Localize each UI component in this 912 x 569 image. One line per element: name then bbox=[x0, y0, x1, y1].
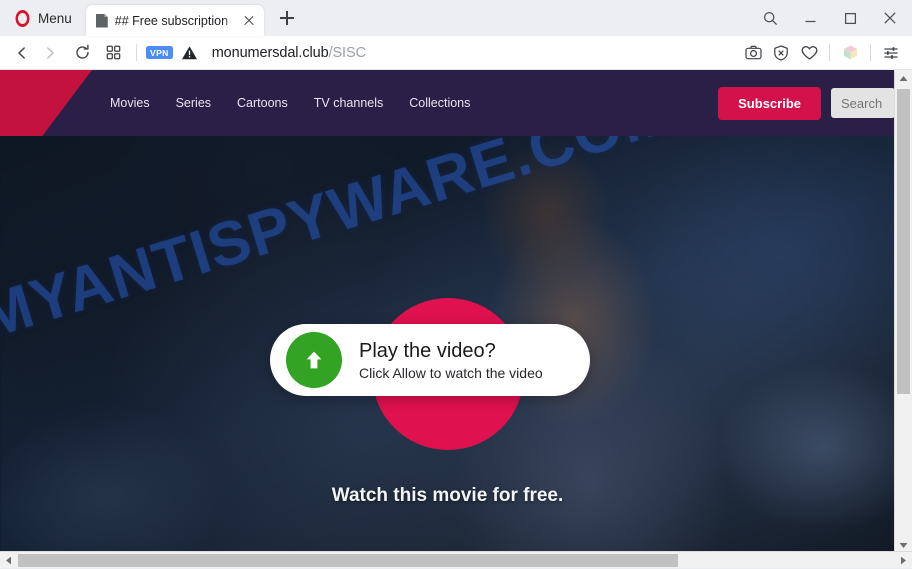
favorites-heart-icon bbox=[801, 45, 817, 60]
back-button[interactable] bbox=[8, 39, 36, 67]
page-viewport: MYANTISPYWARE.COM Movies Series Cartoons… bbox=[0, 70, 912, 568]
window-search-button[interactable] bbox=[750, 2, 790, 34]
vertical-scroll-thumb[interactable] bbox=[897, 89, 910, 394]
tab-title: ## Free subscription bbox=[114, 13, 229, 28]
caret-right-icon bbox=[901, 556, 906, 565]
site-logo[interactable] bbox=[0, 70, 92, 136]
page-favicon-icon bbox=[95, 13, 108, 28]
opera-logo-icon bbox=[15, 9, 30, 27]
extensions-button[interactable] bbox=[837, 40, 863, 66]
favorites-button[interactable] bbox=[796, 40, 822, 66]
window-minimize-button[interactable] bbox=[790, 2, 830, 34]
tab-close-icon[interactable] bbox=[240, 12, 258, 30]
site-search-input[interactable] bbox=[831, 88, 895, 118]
toolbar-divider-2 bbox=[829, 44, 830, 61]
nav-item-series[interactable]: Series bbox=[176, 96, 211, 110]
reload-icon bbox=[75, 44, 89, 59]
url-domain: monumersdal.club bbox=[211, 44, 329, 61]
window-maximize-button[interactable] bbox=[830, 2, 870, 34]
notification-permission-prompt: Play the video? Click Allow to watch the… bbox=[270, 324, 590, 396]
reload-button[interactable] bbox=[68, 39, 96, 67]
vertical-scrollbar[interactable] bbox=[894, 70, 912, 554]
warning-triangle-icon bbox=[181, 45, 197, 59]
prompt-subtitle: Click Allow to watch the video bbox=[359, 364, 543, 381]
arrow-up-glyph bbox=[306, 351, 322, 369]
minimize-icon bbox=[805, 20, 815, 22]
close-icon bbox=[884, 12, 896, 24]
horizontal-scroll-thumb[interactable] bbox=[18, 554, 678, 567]
site-header: Movies Series Cartoons TV channels Colle… bbox=[0, 70, 895, 136]
nav-item-cartoons[interactable]: Cartoons bbox=[237, 96, 288, 110]
page-tagline: Watch this movie for free. bbox=[331, 485, 564, 506]
browser-tab[interactable]: ## Free subscription bbox=[85, 5, 264, 36]
site-navigation: Movies Series Cartoons TV channels Colle… bbox=[110, 96, 470, 110]
tab-strip: Menu ## Free subscription bbox=[0, 0, 912, 36]
chevron-left-icon bbox=[18, 46, 25, 59]
toolbar-divider bbox=[136, 44, 137, 61]
menu-button-label: Menu bbox=[38, 10, 72, 26]
prompt-text-block: Play the video? Click Allow to watch the… bbox=[359, 340, 543, 381]
caret-down-icon bbox=[899, 543, 908, 548]
window-close-button[interactable] bbox=[870, 2, 910, 34]
web-page-content: MYANTISPYWARE.COM Movies Series Cartoons… bbox=[0, 70, 895, 554]
toolbar-right-icons bbox=[740, 40, 904, 66]
horizontal-scrollbar[interactable] bbox=[0, 551, 912, 568]
opera-browser-window: Menu ## Free subscription VPN monumersda… bbox=[0, 0, 912, 568]
nav-item-tv-channels[interactable]: TV channels bbox=[314, 96, 383, 110]
url-path: /SISC bbox=[328, 44, 366, 61]
caret-left-icon bbox=[6, 556, 11, 565]
tab-islands-button[interactable] bbox=[99, 39, 127, 67]
subscribe-button[interactable]: Subscribe bbox=[718, 86, 821, 120]
maximize-icon bbox=[844, 12, 856, 24]
snapshot-camera-icon bbox=[744, 45, 762, 60]
nav-item-collections[interactable]: Collections bbox=[409, 96, 470, 110]
easy-setup-button[interactable] bbox=[878, 40, 904, 66]
scroll-right-button[interactable] bbox=[895, 552, 912, 569]
ad-blocker-shield-icon bbox=[774, 44, 788, 61]
opera-menu-button[interactable]: Menu bbox=[8, 4, 82, 32]
toolbar-divider-3 bbox=[870, 44, 871, 61]
site-security-button[interactable] bbox=[181, 45, 198, 61]
scroll-left-button[interactable] bbox=[0, 552, 17, 569]
site-header-actions: Subscribe bbox=[718, 86, 895, 120]
easy-setup-sliders-icon bbox=[884, 46, 898, 59]
window-controls bbox=[750, 0, 912, 36]
new-tab-button[interactable] bbox=[274, 5, 300, 31]
address-toolbar: VPN monumersdal.club /SISC bbox=[0, 36, 912, 70]
chevron-right-icon bbox=[47, 46, 54, 59]
prompt-title: Play the video? bbox=[359, 339, 496, 362]
grid-squares-icon bbox=[106, 45, 120, 60]
upload-arrow-icon[interactable] bbox=[286, 332, 342, 388]
search-icon bbox=[763, 11, 777, 25]
forward-button[interactable] bbox=[36, 39, 64, 67]
snapshot-camera-button[interactable] bbox=[740, 40, 766, 66]
ad-blocker-button[interactable] bbox=[768, 40, 794, 66]
nav-item-movies[interactable]: Movies bbox=[110, 96, 150, 110]
extensions-cube-icon bbox=[843, 45, 857, 60]
scroll-up-button[interactable] bbox=[895, 70, 912, 87]
address-bar-input[interactable]: monumersdal.club /SISC bbox=[212, 45, 740, 61]
vpn-badge[interactable]: VPN bbox=[146, 46, 173, 59]
caret-up-icon bbox=[899, 76, 908, 81]
